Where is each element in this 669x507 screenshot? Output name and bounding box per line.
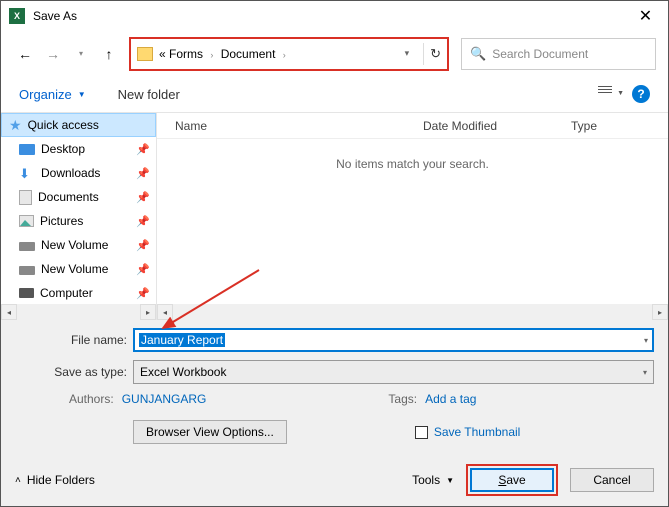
hide-folders-button[interactable]: ˄ Hide Folders [15, 473, 95, 487]
breadcrumb-item[interactable]: Forms [169, 47, 203, 61]
filename-input[interactable]: January Report ▾ [133, 328, 654, 352]
file-list-pane: Name Date Modified Type No items match y… [157, 113, 668, 320]
save-thumbnail-label: Save Thumbnail [434, 425, 521, 439]
address-bar[interactable]: « Forms › Document › ▾ ↻ [129, 37, 449, 71]
breadcrumb-item[interactable]: Document [221, 47, 276, 61]
sidebar-item-label: Quick access [28, 118, 99, 132]
pictures-icon [19, 215, 34, 227]
save-label: ave [506, 473, 525, 487]
document-icon [19, 190, 32, 205]
desktop-icon [19, 144, 35, 155]
breadcrumb-overflow: « [159, 47, 166, 61]
forward-button[interactable]: → [41, 42, 65, 66]
column-header-type[interactable]: Type [571, 119, 597, 133]
address-dropdown[interactable]: ▾ [405, 48, 410, 59]
pin-icon: 📌 [136, 263, 150, 276]
nav-bar: ← → ▾ ↑ « Forms › Document › ▾ ↻ 🔍 Searc… [1, 31, 668, 76]
breadcrumb[interactable]: « Forms › Document › [159, 47, 405, 61]
pin-icon: 📌 [136, 239, 150, 252]
close-button[interactable]: ✕ [623, 1, 668, 31]
search-icon: 🔍 [470, 46, 486, 62]
refresh-button[interactable]: ↻ [430, 46, 441, 62]
tags-label: Tags: [388, 392, 417, 406]
pin-icon: 📌 [136, 167, 150, 180]
tools-menu[interactable]: Tools ▼ [412, 473, 454, 487]
titlebar: X Save As ✕ [1, 1, 668, 31]
sidebar-item-downloads[interactable]: ⬇ Downloads 📌 [1, 161, 156, 185]
checkbox-icon [415, 426, 428, 439]
pin-icon: 📌 [136, 215, 150, 228]
toolbar: Organize▼ New folder ▼ ? [1, 76, 668, 112]
filetype-value: Excel Workbook [140, 365, 226, 379]
annotation-highlight: Save [466, 464, 558, 496]
filetype-select[interactable]: Excel Workbook ▾ [133, 360, 654, 384]
view-options-button[interactable]: ▼ [598, 86, 618, 102]
drive-icon [19, 266, 35, 275]
sidebar-item-label: New Volume [41, 238, 108, 252]
caret-down-icon: ▼ [446, 476, 454, 485]
column-headers: Name Date Modified Type [157, 113, 668, 139]
tags-value[interactable]: Add a tag [425, 392, 476, 406]
organize-menu[interactable]: Organize▼ [19, 87, 86, 102]
back-button[interactable]: ← [13, 42, 37, 66]
star-icon: ★ [9, 118, 22, 132]
column-header-date[interactable]: Date Modified [423, 119, 571, 133]
column-header-name[interactable]: Name [175, 119, 423, 133]
pin-icon: 📌 [136, 143, 150, 156]
search-input[interactable]: 🔍 Search Document [461, 38, 656, 70]
sidebar-item-label: New Volume [41, 262, 108, 276]
chevron-right-icon: › [210, 50, 213, 60]
chevron-right-icon: › [283, 50, 286, 60]
sidebar-item-label: Documents [38, 190, 99, 204]
drive-icon [19, 242, 35, 251]
scroll-right-button[interactable]: ▸ [140, 304, 156, 320]
filename-value: January Report [139, 333, 225, 347]
sidebar-item-desktop[interactable]: Desktop 📌 [1, 137, 156, 161]
sidebar-item-documents[interactable]: Documents 📌 [1, 185, 156, 209]
sidebar-item-volume[interactable]: New Volume 📌 [1, 233, 156, 257]
sidebar-item-label: Downloads [41, 166, 100, 180]
help-button[interactable]: ? [632, 85, 650, 103]
save-button[interactable]: Save [470, 468, 554, 492]
filetype-label: Save as type: [15, 365, 127, 379]
authors-label: Authors: [69, 392, 114, 406]
empty-message: No items match your search. [157, 139, 668, 171]
filename-dropdown[interactable]: ▾ [644, 336, 648, 345]
new-folder-button[interactable]: New folder [118, 87, 180, 102]
folder-icon [137, 47, 153, 61]
caret-down-icon: ▾ [643, 368, 647, 377]
download-icon: ⬇ [19, 166, 35, 180]
computer-icon [19, 288, 34, 298]
sidebar-item-label: Computer [40, 286, 93, 300]
chevron-up-icon: ˄ [15, 475, 21, 486]
sidebar-item-quick-access[interactable]: ★ Quick access [1, 113, 156, 137]
up-button[interactable]: ↑ [97, 42, 121, 66]
window-title: Save As [33, 9, 623, 23]
sidebar-item-volume[interactable]: New Volume 📌 [1, 257, 156, 281]
search-placeholder: Search Document [492, 47, 588, 61]
save-options-panel: File name: January Report ▾ Save as type… [1, 320, 668, 506]
scroll-left-button[interactable]: ◂ [157, 304, 173, 320]
scroll-right-button[interactable]: ▸ [652, 304, 668, 320]
sidebar-item-label: Pictures [40, 214, 83, 228]
save-thumbnail-checkbox[interactable]: Save Thumbnail [415, 425, 521, 439]
pin-icon: 📌 [136, 287, 150, 300]
excel-icon: X [9, 8, 25, 24]
sidebar-scrollbar[interactable]: ◂ ▸ [1, 304, 156, 320]
recent-dropdown[interactable]: ▾ [69, 42, 93, 66]
scroll-left-button[interactable]: ◂ [1, 304, 17, 320]
caret-down-icon: ▼ [78, 90, 86, 99]
authors-value[interactable]: GUNJANGARG [122, 392, 207, 406]
caret-down-icon: ▼ [617, 90, 624, 97]
sidebar-item-pictures[interactable]: Pictures 📌 [1, 209, 156, 233]
pin-icon: 📌 [136, 191, 150, 204]
sidebar: ★ Quick access Desktop 📌 ⬇ Downloads 📌 D… [1, 113, 157, 320]
file-scrollbar[interactable]: ◂ ▸ [157, 304, 668, 320]
sidebar-item-computer[interactable]: Computer 📌 [1, 281, 156, 305]
cancel-button[interactable]: Cancel [570, 468, 654, 492]
browser-view-options-button[interactable]: Browser View Options... [133, 420, 287, 444]
filename-label: File name: [15, 333, 127, 347]
sidebar-item-label: Desktop [41, 142, 85, 156]
hide-folders-label: Hide Folders [27, 473, 95, 487]
